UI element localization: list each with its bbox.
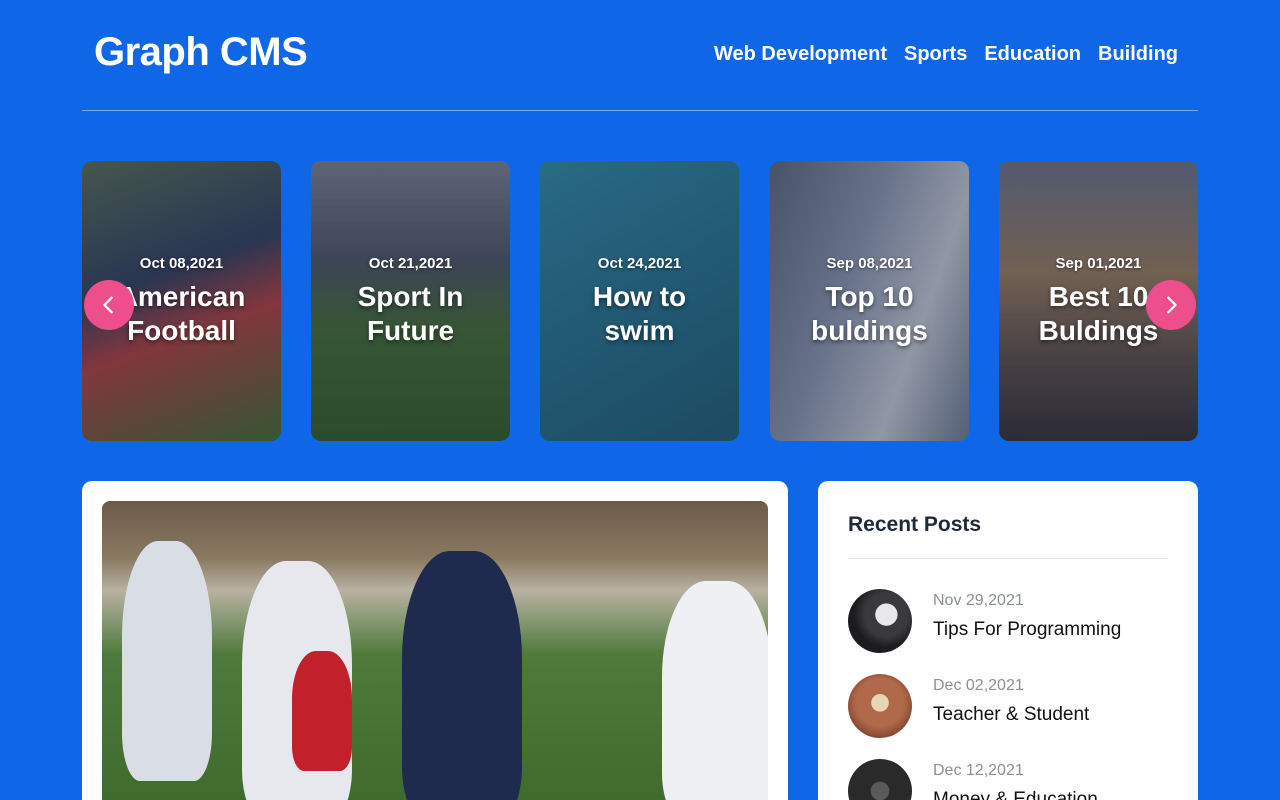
carousel-card[interactable]: Oct 21,2021 Sport In Future: [311, 161, 510, 441]
card-date: Oct 08,2021: [139, 254, 224, 272]
recent-posts-heading: Recent Posts: [848, 513, 982, 536]
post-thumbnail: [848, 674, 912, 738]
divider: [848, 558, 1168, 559]
nav-item-sports[interactable]: Sports: [904, 43, 967, 66]
recent-post-item[interactable]: Nov 29,2021 Tips For Programming: [848, 589, 1168, 655]
post-date: Dec 12,2021: [933, 762, 1024, 779]
card-title: Sport In Future: [357, 280, 464, 346]
recent-posts-widget: Recent Posts Nov 29,2021 Tips For Progra…: [818, 481, 1198, 800]
nav-item-education[interactable]: Education: [984, 43, 1081, 66]
post-date: Dec 02,2021: [933, 677, 1024, 694]
card-date: Oct 21,2021: [368, 254, 453, 272]
recent-post-item[interactable]: Dec 12,2021 Money & Education: [848, 759, 1168, 800]
nav-item-building[interactable]: Building: [1098, 43, 1178, 66]
featured-post-image: [102, 501, 768, 800]
chevron-right-icon: [1167, 296, 1177, 314]
card-title: Top 10 buldings: [811, 280, 928, 346]
featured-carousel: Oct 08,2021 American Football Oct 21,202…: [82, 161, 1198, 441]
nav-item-web-development[interactable]: Web Development: [714, 43, 887, 66]
chevron-left-icon: [103, 296, 113, 314]
post-date: Nov 29,2021: [933, 592, 1024, 609]
post-thumbnail: [848, 589, 912, 653]
carousel-prev-button[interactable]: [84, 280, 134, 330]
card-date: Sep 08,2021: [826, 254, 913, 272]
recent-post-item[interactable]: Dec 02,2021 Teacher & Student: [848, 674, 1168, 740]
main-nav: Web Development Sports Education Buildin…: [714, 43, 1178, 66]
site-logo[interactable]: Graph CMS: [94, 30, 308, 75]
carousel-next-button[interactable]: [1146, 280, 1196, 330]
card-date: Oct 24,2021: [597, 254, 682, 272]
carousel-card[interactable]: Sep 08,2021 Top 10 buldings: [770, 161, 969, 441]
featured-post-card[interactable]: [82, 481, 788, 800]
post-title[interactable]: Teacher & Student: [933, 704, 1089, 726]
post-title[interactable]: Tips For Programming: [933, 619, 1121, 641]
carousel-card[interactable]: Oct 24,2021 How to swim: [540, 161, 739, 441]
site-header: Graph CMS Web Development Sports Educati…: [82, 0, 1198, 111]
card-date: Sep 01,2021: [1055, 254, 1142, 272]
card-title: How to swim: [592, 280, 687, 346]
post-thumbnail: [848, 759, 912, 800]
post-title[interactable]: Money & Education: [933, 789, 1098, 800]
